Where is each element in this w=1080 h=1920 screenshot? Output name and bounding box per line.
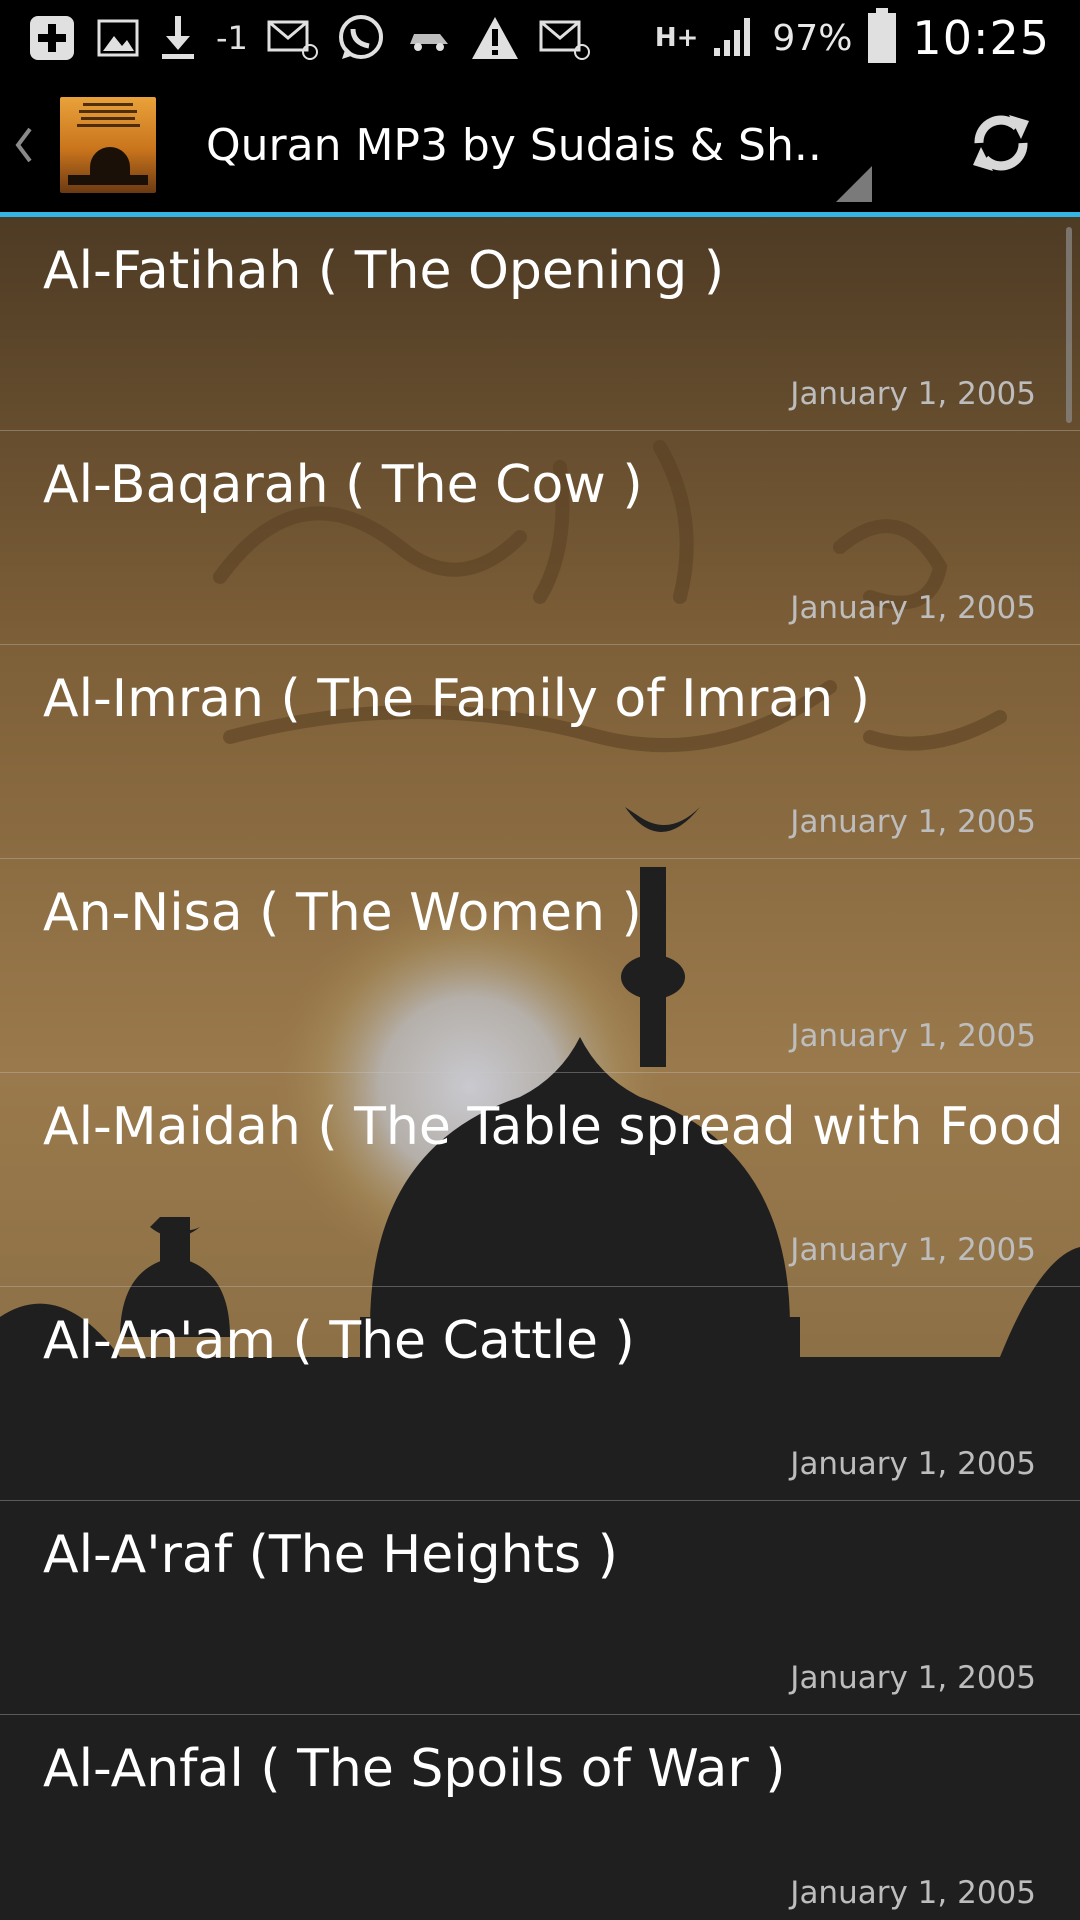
signal-label: -1 [216,19,248,57]
status-bar: -1 H+ 97% 10:25 [0,0,1080,76]
download-icon [158,14,198,62]
battery-percent: 97% [772,17,853,59]
item-title: Al-An'am ( The Cattle ) [43,1311,635,1371]
email-icon-2 [538,16,590,60]
item-title: Al-A'raf (The Heights ) [43,1525,618,1585]
clock: 10:25 [912,11,1050,65]
item-date: January 1, 2005 [790,1660,1036,1696]
signal-strength-icon [712,14,758,62]
network-type: H+ [654,23,699,53]
item-date: January 1, 2005 [790,590,1036,626]
battery-icon [866,8,898,68]
status-right: H+ 97% 10:25 [655,0,1080,76]
whatsapp-icon [336,13,386,63]
item-date: January 1, 2005 [790,1446,1036,1482]
surah-list-area[interactable]: Al-Fatihah ( The Opening ) January 1, 20… [0,217,1080,1920]
item-title: Al-Maidah ( The Table spread with Food ) [43,1097,1080,1157]
list-item[interactable]: Al-An'am ( The Cattle ) January 1, 2005 [0,1287,1080,1501]
email-icon [266,16,318,60]
car-icon [404,18,452,58]
list-item[interactable]: Al-A'raf (The Heights ) January 1, 2005 [0,1501,1080,1715]
app-logo[interactable] [60,97,156,193]
surah-list: Al-Fatihah ( The Opening ) January 1, 20… [0,217,1080,1920]
item-date: January 1, 2005 [790,1875,1036,1911]
list-item[interactable]: Al-Imran ( The Family of Imran ) January… [0,645,1080,859]
item-title: Al-Imran ( The Family of Imran ) [43,669,871,729]
logo-dome-shape [90,147,130,177]
refresh-icon [965,107,1037,183]
app-title-spinner[interactable]: Quran MP3 by Sudais & Sh.. [206,120,846,171]
warning-icon [470,15,520,61]
item-title: Al-Anfal ( The Spoils of War ) [43,1739,786,1799]
list-item[interactable]: Al-Maidah ( The Table spread with Food )… [0,1073,1080,1287]
item-date: January 1, 2005 [790,1232,1036,1268]
chevron-left-icon[interactable] [8,78,40,212]
item-title: Al-Fatihah ( The Opening ) [43,241,725,301]
item-date: January 1, 2005 [790,804,1036,840]
item-date: January 1, 2005 [790,1018,1036,1054]
list-item[interactable]: Al-Fatihah ( The Opening ) January 1, 20… [0,217,1080,431]
spinner-triangle-icon [836,166,872,202]
action-bar: Quran MP3 by Sudais & Sh.. [0,78,1080,217]
list-item[interactable]: Al-Anfal ( The Spoils of War ) January 1… [0,1715,1080,1920]
list-item[interactable]: Al-Baqarah ( The Cow ) January 1, 2005 [0,431,1080,645]
image-icon [96,16,140,60]
plus-notification-icon [26,12,78,64]
notification-icons: -1 [0,0,590,76]
item-title: An-Nisa ( The Women ) [43,883,642,943]
item-title: Al-Baqarah ( The Cow ) [43,455,643,515]
app-logo-text [66,103,150,139]
logo-base-shape [68,175,148,185]
scrollbar[interactable] [1066,227,1072,423]
item-date: January 1, 2005 [790,376,1036,412]
list-item[interactable]: An-Nisa ( The Women ) January 1, 2005 [0,859,1080,1073]
refresh-button[interactable] [946,78,1056,212]
